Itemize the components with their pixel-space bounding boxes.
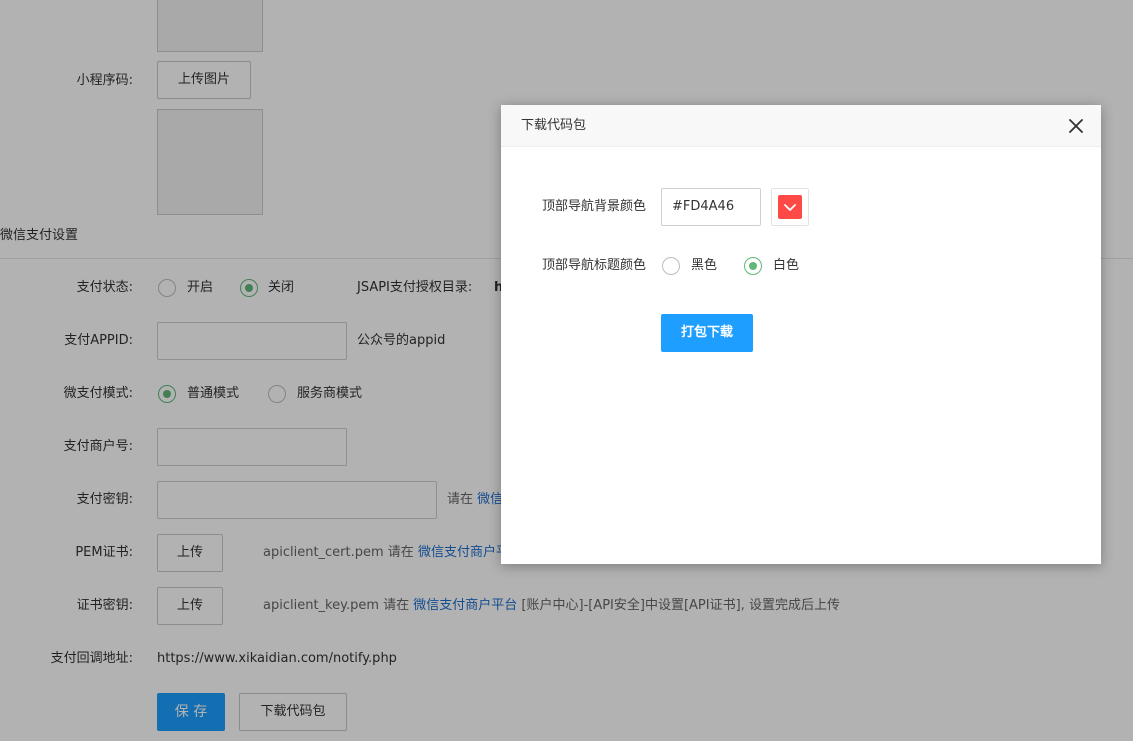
color-picker-trigger[interactable] <box>771 188 809 226</box>
pack-download-button[interactable]: 打包下载 <box>661 314 753 352</box>
nav-title-black-text: 黑色 <box>691 258 718 273</box>
download-modal: 下载代码包 顶部导航背景颜色 #FD4A46 顶部导航标题颜色 黑色 白色 打包… <box>501 105 1101 564</box>
nav-title-white-radio[interactable] <box>744 257 762 275</box>
close-icon[interactable] <box>1067 117 1085 135</box>
modal-header: 下载代码包 <box>501 105 1101 147</box>
chevron-down-icon <box>784 204 796 211</box>
nav-title-white-text: 白色 <box>773 258 800 273</box>
nav-title-black-radio[interactable] <box>662 257 680 275</box>
nav-title-color-label: 顶部导航标题颜色 <box>541 258 646 273</box>
color-swatch <box>778 195 802 219</box>
modal-title: 下载代码包 <box>521 118 587 133</box>
nav-bg-color-value: #FD4A46 <box>672 199 735 214</box>
nav-bg-color-label: 顶部导航背景颜色 <box>541 199 646 214</box>
nav-bg-color-input[interactable]: #FD4A46 <box>661 188 761 226</box>
